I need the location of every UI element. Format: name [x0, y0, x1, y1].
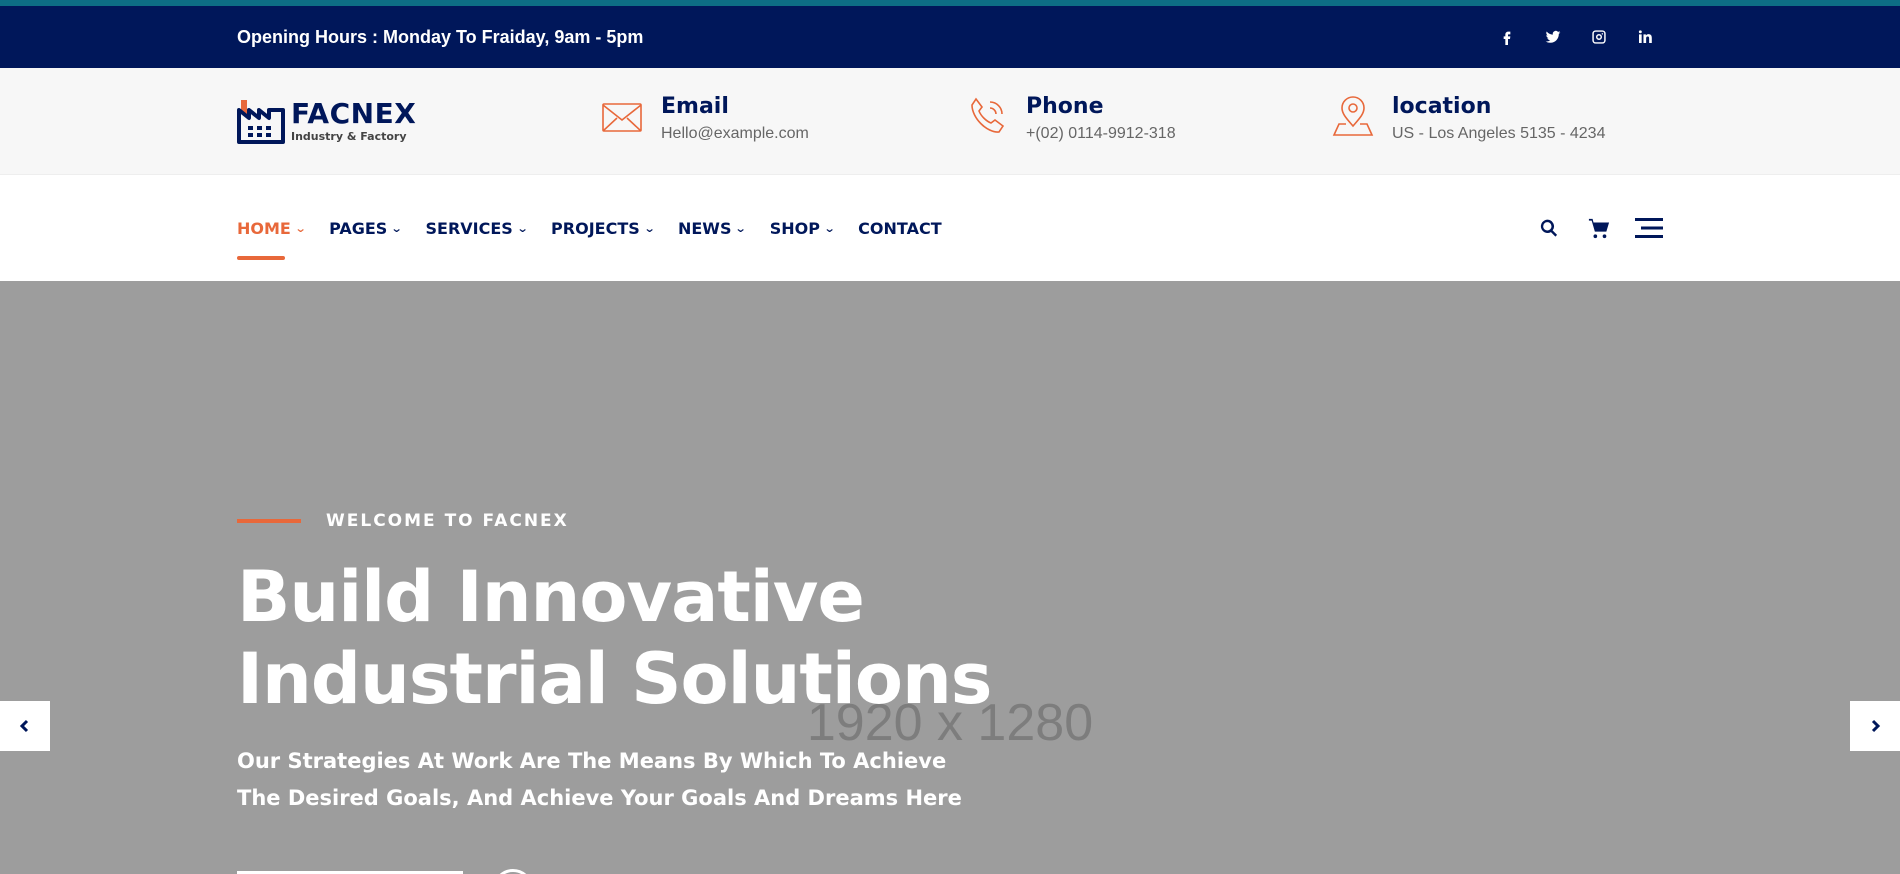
- social-links: [1497, 6, 1655, 68]
- nav-item-contact[interactable]: CONTACT: [858, 219, 941, 238]
- main-navbar: HOME ⌄ PAGES ⌄ SERVICES ⌄ PROJECTS ⌄ NEWS ⌄ S…: [0, 175, 1900, 281]
- hero-headline: Build Innovative Industrial Solutions: [237, 556, 992, 720]
- facebook-icon[interactable]: [1497, 27, 1517, 47]
- play-video-button[interactable]: [493, 869, 533, 874]
- brand-logo[interactable]: FACNEX Industry & Factory: [237, 98, 416, 144]
- chevron-down-icon: ⌄: [516, 221, 529, 235]
- chevron-down-icon: ⌄: [735, 221, 748, 235]
- main-menu: HOME ⌄ PAGES ⌄ SERVICES ⌄ PROJECTS ⌄ NEWS ⌄ S…: [237, 175, 942, 281]
- hero-headline-line1: Build Innovative: [237, 556, 865, 638]
- twitter-icon[interactable]: [1543, 27, 1563, 47]
- email-title: Email: [661, 94, 729, 119]
- slider-prev-button[interactable]: [0, 701, 50, 751]
- hero-eyebrow: WELCOME TO FACNEX: [237, 511, 569, 531]
- search-icon[interactable]: [1535, 214, 1563, 242]
- nav-item-shop[interactable]: SHOP ⌄: [769, 218, 836, 238]
- opening-hours: Opening Hours : Monday To Fraiday, 9am -…: [237, 27, 644, 47]
- phone-value[interactable]: +(02) 0114-9912-318: [1026, 125, 1176, 143]
- location-info: location US - Los Angeles 5135 - 4234: [1332, 94, 1605, 143]
- chevron-left-icon: [19, 719, 29, 733]
- hero-slider: 1920 x 1280 WELCOME TO FACNEX Build Inno…: [0, 281, 1900, 874]
- nav-tools: [1535, 175, 1663, 281]
- nav-item-projects[interactable]: PROJECTS ⌄: [551, 218, 656, 238]
- email-info: Email Hello@example.com: [601, 94, 809, 143]
- chevron-down-icon: ⌄: [294, 221, 307, 235]
- email-value[interactable]: Hello@example.com: [661, 125, 809, 143]
- eyebrow-text: WELCOME TO FACNEX: [326, 511, 569, 531]
- phone-icon: [971, 97, 1005, 133]
- nav-item-label: HOME: [237, 218, 291, 238]
- nav-item-label: PROJECTS: [551, 218, 640, 238]
- nav-item-label: CONTACT: [858, 218, 942, 238]
- chevron-right-icon: [1871, 719, 1881, 733]
- brand-tagline: Industry & Factory: [291, 129, 407, 143]
- nav-item-home[interactable]: HOME ⌄: [237, 218, 307, 260]
- nav-item-services[interactable]: SERVICES ⌄: [425, 218, 529, 238]
- linkedin-icon[interactable]: [1635, 27, 1655, 47]
- map-pin-icon: [1332, 96, 1374, 136]
- nav-item-label: SERVICES: [425, 218, 513, 238]
- phone-info: Phone +(02) 0114-9912-318: [966, 94, 1176, 143]
- location-title: location: [1392, 94, 1492, 119]
- chevron-down-icon: ⌄: [643, 221, 656, 235]
- nav-item-pages[interactable]: PAGES ⌄: [329, 218, 403, 238]
- brand-name: FACNEX: [291, 96, 417, 130]
- hero-subtitle: Our Strategies At Work Are The Means By …: [237, 749, 962, 810]
- menu-icon[interactable]: [1635, 214, 1663, 242]
- factory-logo-icon: [237, 100, 285, 144]
- hero-headline-line2: Industrial Solutions: [237, 638, 992, 720]
- phone-title: Phone: [1026, 94, 1104, 119]
- chevron-down-icon: ⌄: [390, 221, 403, 235]
- chevron-down-icon: ⌄: [823, 221, 836, 235]
- cart-icon[interactable]: [1585, 214, 1613, 242]
- eyebrow-line: [237, 519, 301, 523]
- instagram-icon[interactable]: [1589, 27, 1609, 47]
- top-bar: Opening Hours : Monday To Fraiday, 9am -…: [0, 6, 1900, 68]
- nav-item-news[interactable]: NEWS ⌄: [677, 218, 748, 238]
- brand-text: FACNEX Industry & Factory: [291, 96, 417, 143]
- nav-item-label: NEWS: [677, 218, 732, 238]
- contact-info-bar: FACNEX Industry & Factory Email Hello@ex…: [0, 68, 1900, 175]
- nav-item-label: SHOP: [769, 218, 820, 238]
- location-value: US - Los Angeles 5135 - 4234: [1392, 125, 1606, 142]
- envelope-icon: [602, 103, 642, 132]
- nav-item-label: PAGES: [329, 218, 388, 238]
- slider-next-button[interactable]: [1850, 701, 1900, 751]
